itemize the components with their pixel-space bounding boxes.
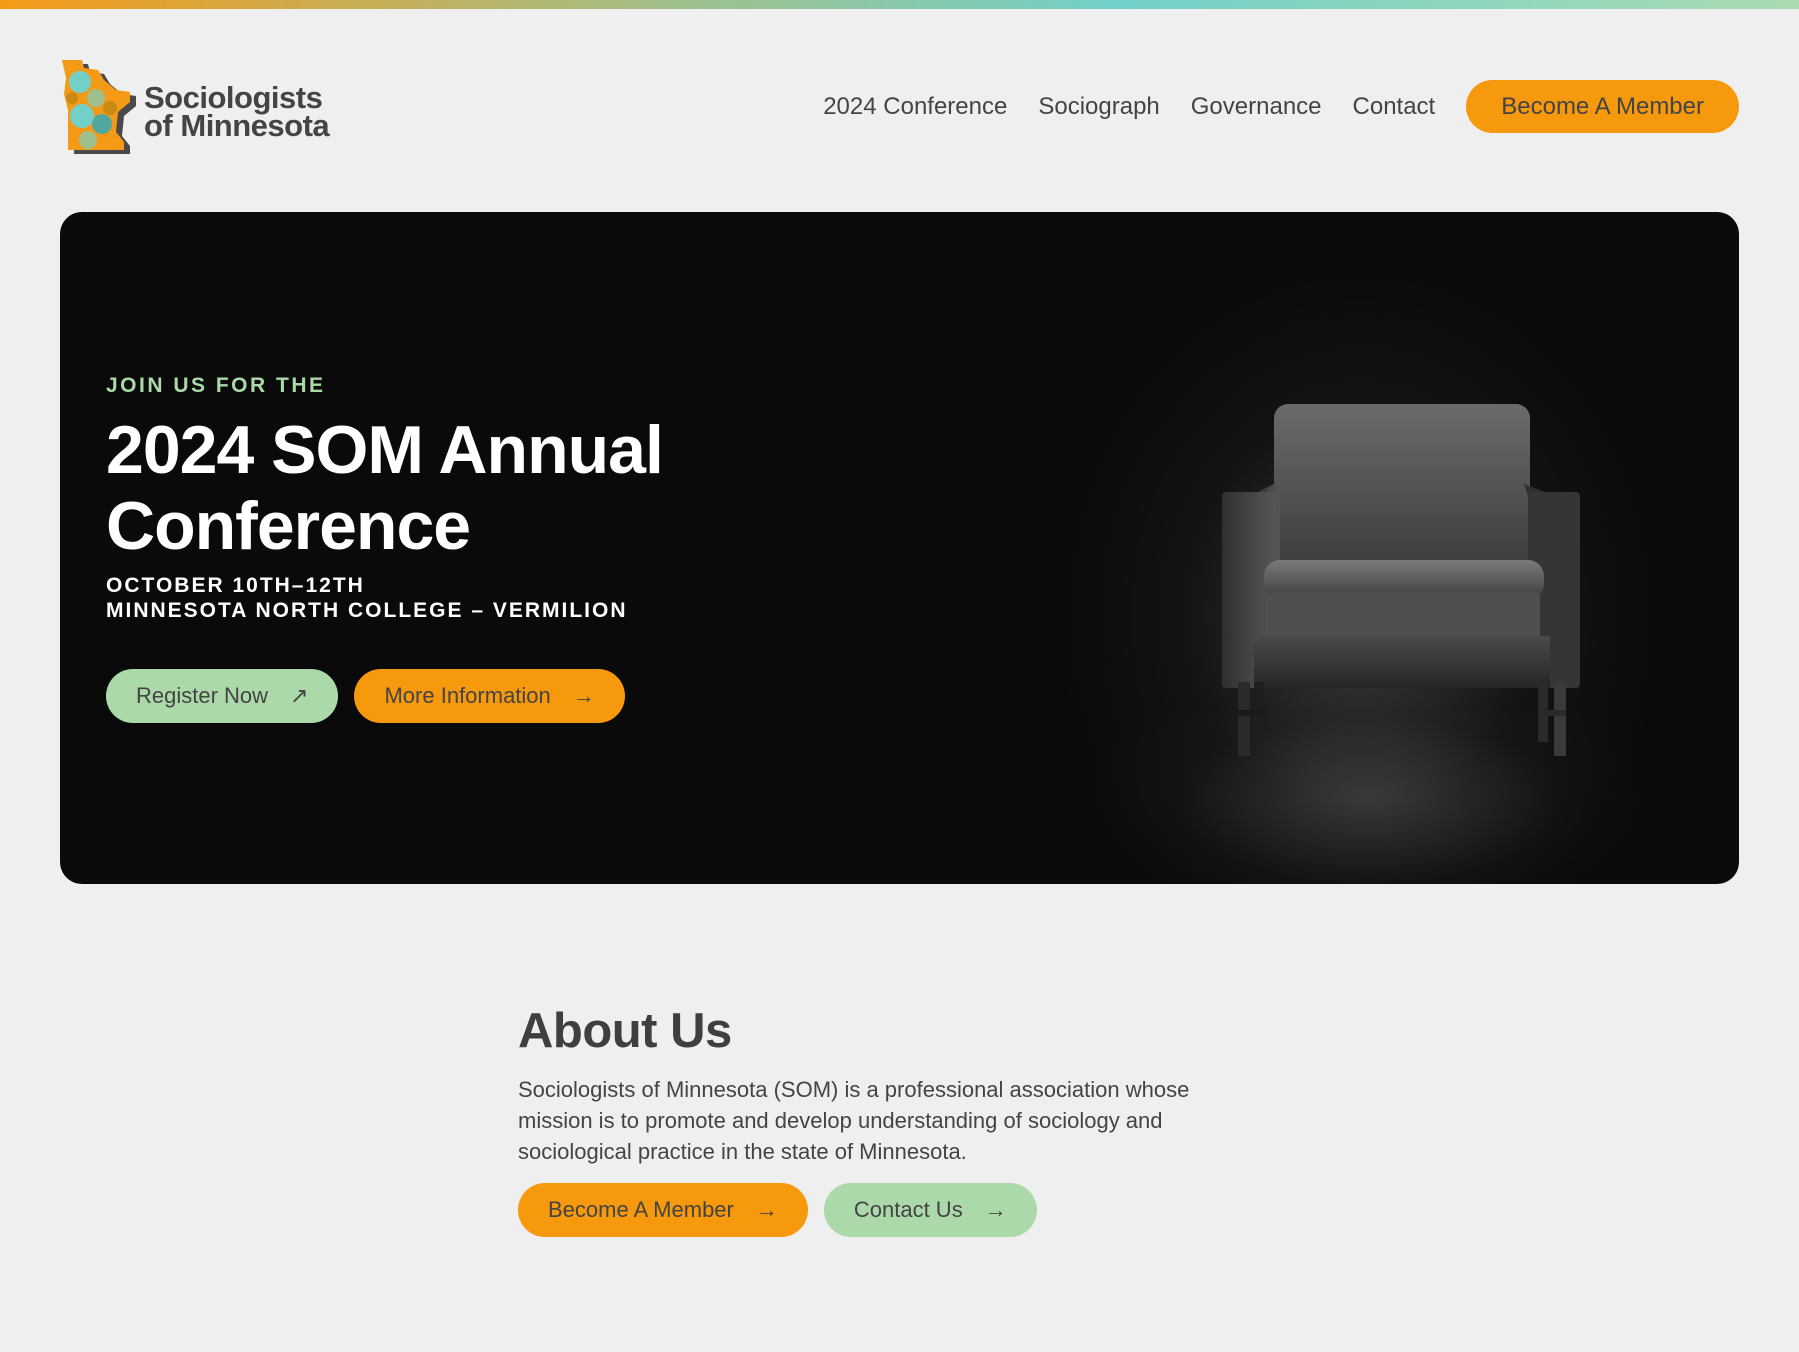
arrow-up-right-icon: ↗ (290, 683, 309, 708)
nav-link-governance[interactable]: Governance (1191, 93, 1322, 121)
about-button-group: Become A Member → Contact Us → (518, 1183, 1053, 1237)
arrow-right-icon: → (984, 1197, 1007, 1222)
arrow-right-icon: → (755, 1197, 778, 1222)
logo-wordmark: Sociologists of Minnesota (144, 82, 330, 143)
hero-title: 2024 SOM Annual Conference (106, 412, 664, 564)
nav-link-2024-conference[interactable]: 2024 Conference (823, 93, 1007, 121)
register-now-button[interactable]: Register Now ↗ (106, 669, 339, 723)
register-now-label: Register Now (136, 683, 269, 708)
more-information-label: More Information (384, 683, 551, 708)
conference-hero: JOIN US FOR THE 2024 SOM Annual Conferen… (60, 212, 1739, 884)
site-logo[interactable]: Sociologists of Minnesota (60, 58, 340, 158)
nav-link-contact[interactable]: Contact (1353, 93, 1436, 121)
hero-eyebrow: JOIN US FOR THE (106, 374, 326, 397)
hero-button-group: Register Now ↗ More Information → (106, 669, 641, 723)
contact-us-label: Contact Us (853, 1197, 963, 1222)
arrow-right-icon: → (572, 683, 595, 708)
main-nav: 2024 Conference Sociograph Governance Co… (823, 80, 1739, 133)
hero-date: OCTOBER 10TH–12TH (106, 574, 365, 597)
about-become-member-label: Become A Member (548, 1197, 734, 1222)
about-title: About Us (518, 1004, 732, 1058)
about-become-member-button[interactable]: Become A Member → (518, 1183, 808, 1237)
nav-link-sociograph[interactable]: Sociograph (1038, 93, 1159, 121)
logo-line-2: of Minnesota (144, 108, 330, 143)
minnesota-map-logo-icon (62, 60, 136, 154)
more-information-button[interactable]: More Information → (354, 669, 625, 723)
hero-venue: MINNESOTA NORTH COLLEGE – VERMILION (106, 599, 628, 622)
armchair-image (1222, 404, 1580, 756)
nav-become-member-button[interactable]: Become A Member (1466, 80, 1739, 133)
about-description: Sociologists of Minnesota (SOM) is a pro… (518, 1077, 1190, 1164)
contact-us-button[interactable]: Contact Us → (823, 1183, 1037, 1237)
top-gradient-bar (0, 0, 1799, 9)
